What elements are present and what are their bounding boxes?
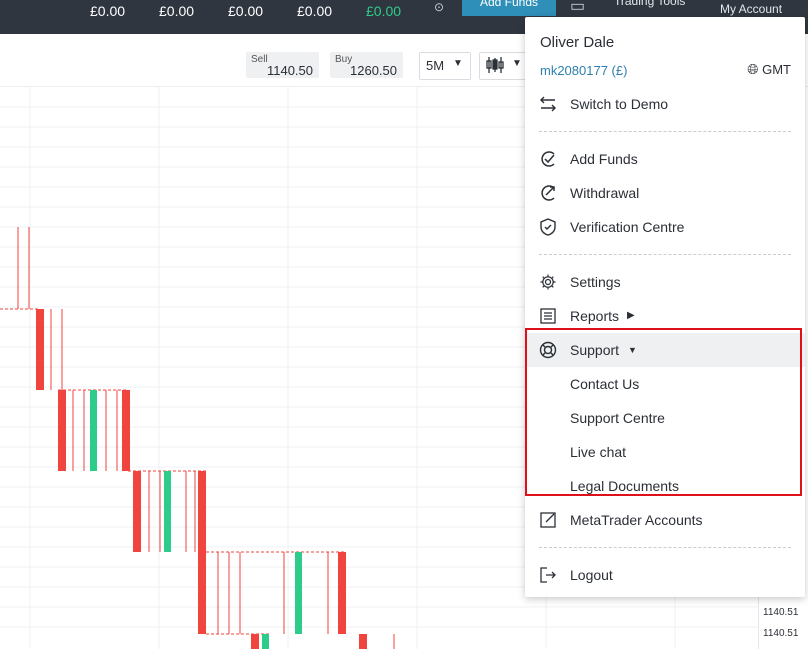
- account-id-link[interactable]: mk2080177 (£): [540, 63, 627, 78]
- balance-3: £0.00: [228, 3, 264, 19]
- logout-item[interactable]: Logout: [525, 558, 805, 592]
- switch-to-demo-item[interactable]: Switch to Demo: [525, 87, 805, 121]
- timezone-label: GMT: [762, 62, 791, 77]
- balance-4: £0.00: [297, 3, 333, 19]
- user-name: Oliver Dale: [540, 34, 615, 51]
- support-section-highlight: [525, 328, 802, 496]
- chevron-down-icon: ▼: [512, 58, 522, 69]
- globe-icon: 🌐︎: [747, 61, 759, 77]
- withdrawal-icon: [539, 184, 557, 202]
- buy-value: 1260.50: [350, 63, 397, 78]
- caret-right-icon: ▶: [627, 310, 635, 321]
- buy-price-box[interactable]: Buy 1260.50: [330, 52, 403, 78]
- settings-item[interactable]: Settings: [525, 265, 805, 299]
- logout-icon: [539, 566, 557, 584]
- balance-2: £0.00: [159, 3, 195, 19]
- verification-centre-item[interactable]: Verification Centre: [525, 210, 805, 244]
- metatrader-accounts-item[interactable]: MetaTrader Accounts: [525, 503, 805, 537]
- add-funds-label: Add Funds: [570, 151, 638, 167]
- document-icon: [539, 307, 557, 325]
- withdrawal-item[interactable]: Withdrawal: [525, 176, 805, 210]
- add-funds-label: Add Funds: [479, 0, 539, 9]
- withdrawal-label: Withdrawal: [570, 185, 640, 201]
- add-funds-item[interactable]: Add Funds: [525, 142, 805, 176]
- clock-icon[interactable]: ⊙: [434, 0, 444, 14]
- metatrader-accounts-label: MetaTrader Accounts: [570, 512, 703, 528]
- balance-5: £0.00: [366, 3, 402, 19]
- chat-icon[interactable]: ▭: [570, 0, 585, 16]
- divider: [539, 254, 791, 255]
- price-tick: 1140.51: [763, 628, 799, 639]
- switch-to-demo-label: Switch to Demo: [570, 96, 669, 112]
- sell-price-box[interactable]: Sell 1140.50: [246, 52, 319, 78]
- add-funds-button[interactable]: Add Funds: [462, 0, 556, 16]
- reports-label: Reports: [570, 308, 620, 324]
- account-dropdown-menu: Oliver Dale mk2080177 (£) 🌐︎ GMT Switch …: [525, 17, 805, 597]
- sell-value: 1140.50: [266, 63, 313, 78]
- switch-arrows-icon: [539, 95, 557, 113]
- divider: [539, 547, 791, 548]
- external-link-icon: [539, 511, 557, 529]
- candlestick-icon: [485, 56, 505, 77]
- chart-type-select[interactable]: ▼: [479, 52, 527, 80]
- logout-label: Logout: [570, 567, 613, 583]
- verification-centre-label: Verification Centre: [570, 219, 685, 235]
- my-account-menu[interactable]: My Account: [720, 2, 782, 16]
- chevron-down-icon: ▼: [453, 58, 463, 69]
- timeframe-select[interactable]: 5M ▼: [419, 52, 471, 80]
- timezone-selector[interactable]: 🌐︎ GMT: [747, 61, 791, 78]
- timeframe-value: 5M: [426, 58, 445, 73]
- trading-tools-menu[interactable]: Trading Tools: [614, 0, 685, 8]
- settings-label: Settings: [570, 274, 621, 290]
- add-funds-icon: [539, 150, 557, 168]
- price-tick: 1140.51: [763, 607, 799, 618]
- balance-1: £0.00: [90, 3, 126, 19]
- shield-check-icon: [539, 218, 557, 236]
- sell-label: Sell: [251, 54, 268, 65]
- gear-icon: [539, 273, 557, 291]
- divider: [539, 131, 791, 132]
